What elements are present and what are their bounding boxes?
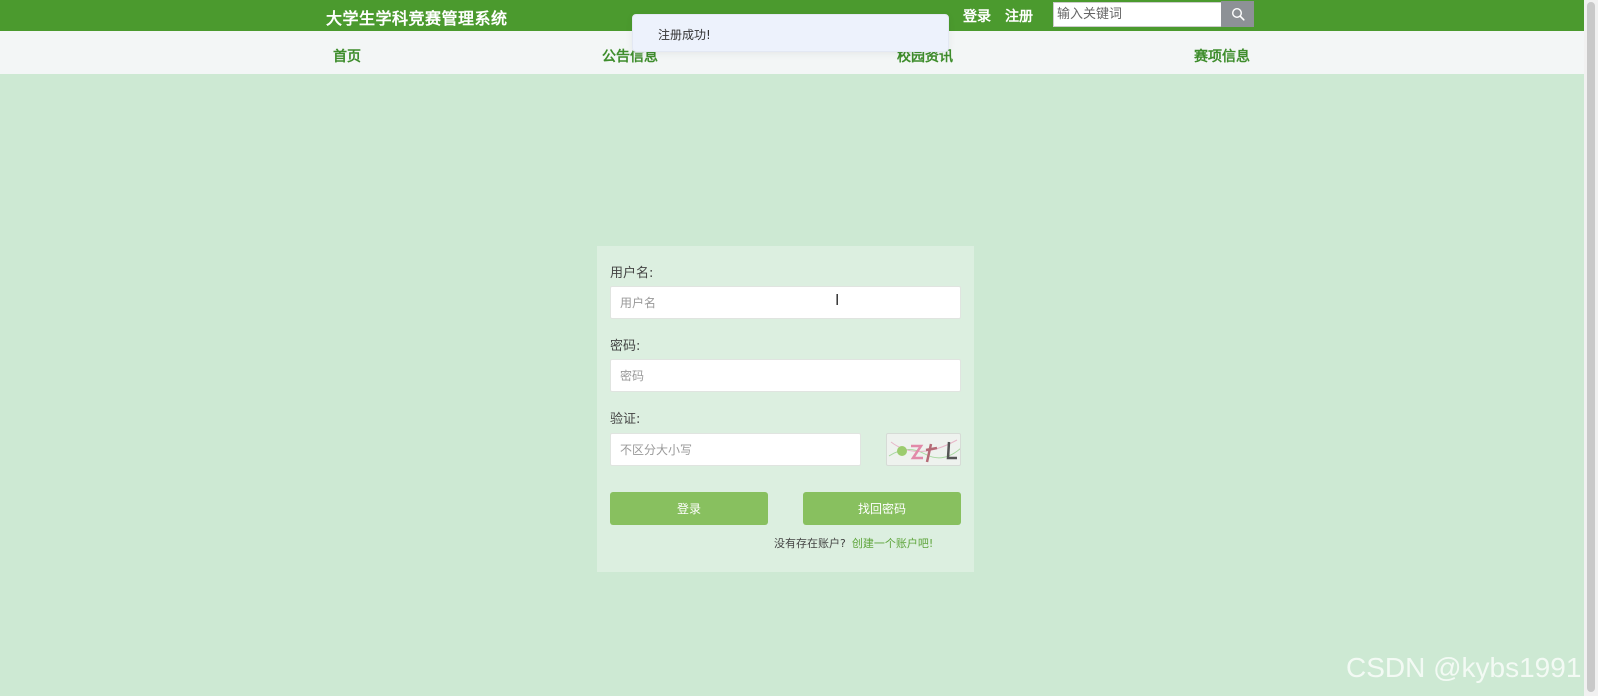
- search-icon: [1231, 7, 1245, 21]
- username-label: 用户名:: [610, 266, 654, 281]
- login-button[interactable]: 登录: [610, 492, 768, 525]
- scrollbar-thumb[interactable]: [1587, 2, 1595, 692]
- no-account-text: 没有存在账户?: [774, 537, 846, 550]
- password-label: 密码:: [610, 339, 641, 354]
- login-link[interactable]: 登录: [963, 6, 991, 26]
- watermark: CSDN @kybs1991: [1346, 652, 1582, 683]
- login-panel: 用户名: 密码: 验证: 登录 找回密码 没有存在账户? 创建一个账户吧!: [597, 246, 974, 572]
- text-cursor-icon: Ι: [835, 291, 840, 309]
- register-hint: 没有存在账户? 创建一个账户吧!: [774, 535, 933, 551]
- register-link[interactable]: 注册: [1005, 6, 1033, 26]
- captcha-label: 验证:: [610, 412, 641, 427]
- username-field[interactable]: [610, 286, 961, 319]
- create-account-link[interactable]: 创建一个账户吧!: [852, 537, 933, 550]
- captcha-graphic: [888, 439, 960, 463]
- captcha-image[interactable]: [886, 433, 961, 466]
- nav-item-home[interactable]: 首页: [333, 46, 361, 66]
- search-input[interactable]: [1053, 2, 1222, 27]
- search-button[interactable]: [1221, 1, 1254, 27]
- recover-password-button[interactable]: 找回密码: [803, 492, 961, 525]
- site-title: 大学生学科竞赛管理系统: [326, 9, 508, 28]
- captcha-field[interactable]: [610, 433, 861, 466]
- toast-message: 注册成功!: [658, 28, 711, 42]
- nav-item-competitions[interactable]: 赛项信息: [1194, 46, 1250, 66]
- success-toast: 注册成功!: [632, 14, 949, 52]
- password-field[interactable]: [610, 359, 961, 392]
